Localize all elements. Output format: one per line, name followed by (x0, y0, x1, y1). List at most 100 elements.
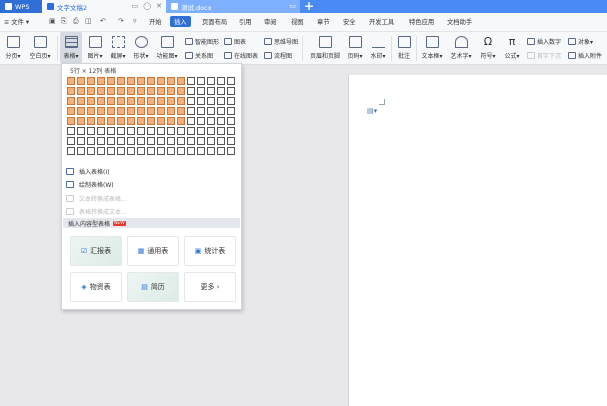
grid-cell[interactable] (127, 137, 135, 145)
grid-cell[interactable] (217, 117, 225, 125)
grid-cell[interactable] (127, 107, 135, 115)
menu-home[interactable]: 开始 (149, 17, 162, 26)
insert-table-menu-item[interactable]: 插入表格(I) (66, 167, 109, 176)
grid-cell[interactable] (227, 127, 235, 135)
grid-cell[interactable] (77, 117, 85, 125)
grid-cell[interactable] (177, 137, 185, 145)
grid-cell[interactable] (107, 137, 115, 145)
grid-cell[interactable] (117, 107, 125, 115)
grid-cell[interactable] (127, 127, 135, 135)
grid-cell[interactable] (97, 147, 105, 155)
grid-cell[interactable] (77, 107, 85, 115)
grid-cell[interactable] (197, 127, 205, 135)
grid-cell[interactable] (97, 77, 105, 85)
draw-table-menu-item[interactable]: 绘制表格(W) (66, 180, 114, 189)
grid-cell[interactable] (207, 137, 215, 145)
template-supplies-table[interactable]: ◈ 物资表 (70, 272, 122, 302)
grid-cell[interactable] (147, 107, 155, 115)
grid-cell[interactable] (117, 87, 125, 95)
grid-cell[interactable] (137, 97, 145, 105)
grid-cell[interactable] (227, 77, 235, 85)
grid-cell[interactable] (147, 147, 155, 155)
undo-icon[interactable]: ↶ (100, 17, 106, 25)
menu-security[interactable]: 安全 (343, 17, 356, 26)
grid-cell[interactable] (217, 137, 225, 145)
grid-cell[interactable] (137, 137, 145, 145)
grid-cell[interactable] (157, 107, 165, 115)
drop-cap-button[interactable]: 首字下沉 (527, 51, 561, 60)
grid-cell[interactable] (217, 97, 225, 105)
grid-cell[interactable] (97, 137, 105, 145)
function-chart-button[interactable]: 功能图▾ (154, 32, 180, 60)
grid-cell[interactable] (107, 97, 115, 105)
template-general-table[interactable]: ▦ 通用表 (127, 236, 179, 266)
formula-button[interactable]: π 公式▾ (502, 32, 522, 61)
grid-cell[interactable] (117, 97, 125, 105)
grid-cell[interactable] (217, 107, 225, 115)
grid-cell[interactable] (207, 97, 215, 105)
grid-cell[interactable] (167, 77, 175, 85)
grid-cell[interactable] (127, 77, 135, 85)
grid-cell[interactable] (137, 147, 145, 155)
grid-cell[interactable] (77, 87, 85, 95)
comment-icon[interactable]: ▭ (132, 2, 139, 10)
grid-cell[interactable] (177, 147, 185, 155)
grid-cell[interactable] (77, 77, 85, 85)
grid-cell[interactable] (67, 117, 75, 125)
grid-cell[interactable] (207, 107, 215, 115)
header-footer-button[interactable]: 页眉和页脚 (307, 32, 343, 60)
chart-button[interactable]: 图表 (224, 37, 246, 46)
menu-insert[interactable]: 插入 (170, 16, 191, 27)
template-report-table[interactable]: ☑ 汇报表 (70, 236, 122, 266)
grid-cell[interactable] (67, 77, 75, 85)
grid-cell[interactable] (207, 117, 215, 125)
grid-cell[interactable] (167, 87, 175, 95)
table-to-text-menu-item[interactable]: 表格转换成文本... (66, 207, 127, 216)
grid-cell[interactable] (127, 97, 135, 105)
grid-cell[interactable] (177, 77, 185, 85)
pin-icon[interactable]: ◯ (143, 2, 151, 10)
comment-button[interactable]: 批注 (395, 32, 413, 60)
grid-cell[interactable] (217, 147, 225, 155)
text-to-table-menu-item[interactable]: 文本转换成表格... (66, 194, 127, 203)
grid-cell[interactable] (147, 97, 155, 105)
menu-references[interactable]: 引用 (239, 17, 252, 26)
grid-cell[interactable] (87, 87, 95, 95)
grid-cell[interactable] (97, 117, 105, 125)
print-icon[interactable]: ⎙ (73, 17, 79, 26)
grid-cell[interactable] (67, 107, 75, 115)
grid-cell[interactable] (207, 127, 215, 135)
menu-special-apps[interactable]: 特色应用 (409, 17, 434, 26)
menu-view[interactable]: 视图 (291, 17, 304, 26)
relation-chart-button[interactable]: 关系图 (185, 51, 213, 60)
grid-cell[interactable] (157, 117, 165, 125)
tab-wps-home[interactable]: WPS (0, 0, 42, 13)
grid-cell[interactable] (197, 137, 205, 145)
grid-cell[interactable] (197, 147, 205, 155)
blank-page-button[interactable]: 空白页▾ (27, 32, 53, 60)
grid-cell[interactable] (227, 107, 235, 115)
grid-cell[interactable] (157, 97, 165, 105)
page-number-button[interactable]: 页码▾ (345, 32, 365, 60)
template-statistics-table[interactable]: ▣ 统计表 (184, 236, 236, 266)
flowchart-button[interactable]: 流程图 (264, 51, 292, 60)
grid-cell[interactable] (197, 77, 205, 85)
wordart-button[interactable]: 艺术字▾ (449, 32, 473, 60)
grid-cell[interactable] (87, 147, 95, 155)
document-page[interactable]: ▤▾ (348, 75, 607, 406)
grid-cell[interactable] (167, 107, 175, 115)
online-chart-button[interactable]: 在线图表 (224, 51, 258, 60)
grid-cell[interactable] (147, 87, 155, 95)
grid-cell[interactable] (177, 127, 185, 135)
grid-cell[interactable] (227, 147, 235, 155)
grid-cell[interactable] (157, 137, 165, 145)
grid-cell[interactable] (187, 127, 195, 135)
grid-cell[interactable] (177, 117, 185, 125)
grid-cell[interactable] (127, 147, 135, 155)
grid-cell[interactable] (67, 87, 75, 95)
menu-developer-tools[interactable]: 开发工具 (369, 17, 394, 26)
grid-cell[interactable] (107, 77, 115, 85)
grid-cell[interactable] (207, 77, 215, 85)
table-button[interactable]: 表格▾ (60, 32, 82, 63)
grid-cell[interactable] (217, 127, 225, 135)
